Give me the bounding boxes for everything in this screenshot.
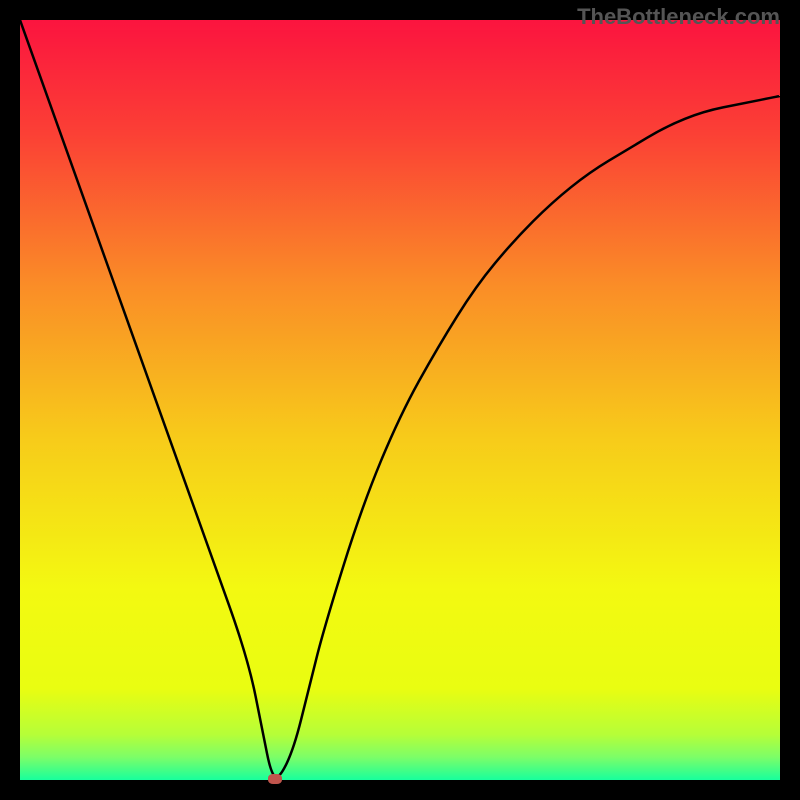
minimum-marker — [268, 774, 282, 784]
chart-frame — [20, 20, 780, 780]
watermark-text: TheBottleneck.com — [577, 4, 780, 30]
chart-svg — [20, 20, 780, 780]
chart-background — [20, 20, 780, 780]
